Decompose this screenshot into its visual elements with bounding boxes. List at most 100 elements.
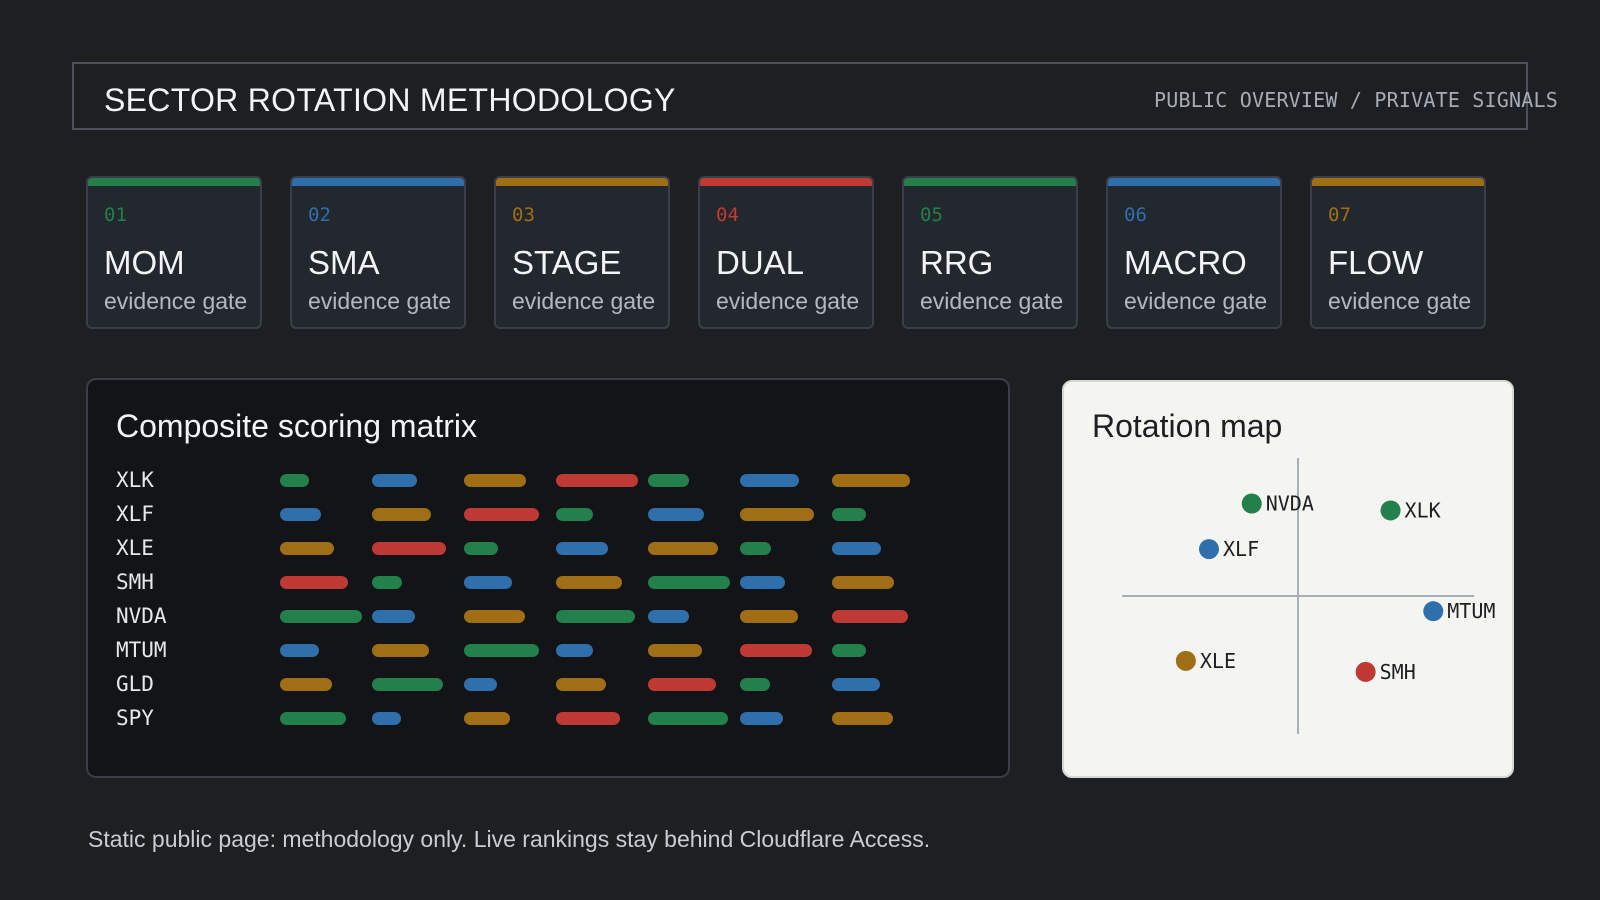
score-pill xyxy=(556,712,620,725)
gate-number: 06 xyxy=(1124,204,1147,226)
gate-name: DUAL xyxy=(716,244,805,281)
rotation-point-label: MTUM xyxy=(1447,599,1495,623)
score-pill xyxy=(556,610,635,623)
score-pill xyxy=(740,508,814,521)
score-pill xyxy=(740,644,812,657)
score-pill xyxy=(280,644,319,657)
score-pill xyxy=(740,610,798,623)
score-pill xyxy=(372,712,401,725)
score-pill xyxy=(832,474,910,487)
page-title: SECTOR ROTATION METHODOLOGY xyxy=(104,82,676,118)
matrix-row: SMH xyxy=(116,568,976,598)
score-pill xyxy=(648,508,704,521)
gate-name: MACRO xyxy=(1124,244,1247,281)
gate-description: evidence gate xyxy=(1124,288,1268,314)
matrix-row-label: GLD xyxy=(116,672,154,696)
matrix-row-label: XLE xyxy=(116,536,154,560)
gate-number: 01 xyxy=(104,204,127,226)
rotation-map-panel: Rotation map NVDA XLK XLF MTUM XLE SMH xyxy=(1062,380,1514,778)
score-pill xyxy=(832,508,866,521)
score-pill xyxy=(464,508,539,521)
matrix-row-label: XLF xyxy=(116,502,154,526)
score-pill xyxy=(372,576,402,589)
gate-accent-bar xyxy=(88,178,260,186)
matrix-row: NVDA xyxy=(116,602,976,632)
score-pill xyxy=(372,474,417,487)
score-pill xyxy=(372,610,415,623)
matrix-row-label: MTUM xyxy=(116,638,167,662)
page-subtitle: PUBLIC OVERVIEW / PRIVATE SIGNALS xyxy=(1154,88,1558,112)
gate-card-macro: 06 MACRO evidence gate xyxy=(1106,176,1282,329)
score-pill xyxy=(556,678,606,691)
matrix-row: XLK xyxy=(116,466,976,496)
matrix-row-label: XLK xyxy=(116,468,154,492)
score-pill xyxy=(372,542,446,555)
score-pill xyxy=(280,474,309,487)
gate-description: evidence gate xyxy=(920,288,1064,314)
score-pill xyxy=(464,678,497,691)
gate-name: MOM xyxy=(104,244,185,281)
gate-accent-bar xyxy=(1312,178,1484,186)
scoring-matrix-title: Composite scoring matrix xyxy=(116,408,477,444)
score-pill xyxy=(280,712,346,725)
rotation-point-xle xyxy=(1175,650,1196,671)
score-pill xyxy=(556,644,593,657)
score-pill xyxy=(556,474,638,487)
score-pill xyxy=(280,610,362,623)
matrix-row-label: SMH xyxy=(116,570,154,594)
rotation-point-nvda xyxy=(1241,493,1262,514)
score-pill xyxy=(832,610,908,623)
gate-card-flow: 07 FLOW evidence gate xyxy=(1310,176,1486,329)
rotation-point-label: NVDA xyxy=(1266,492,1314,516)
gate-card-stage: 03 STAGE evidence gate xyxy=(494,176,670,329)
score-pill xyxy=(280,542,334,555)
score-pill xyxy=(648,644,702,657)
score-pill xyxy=(648,610,689,623)
gate-number: 07 xyxy=(1328,204,1351,226)
score-pill xyxy=(372,678,443,691)
gate-accent-bar xyxy=(700,178,872,186)
score-pill xyxy=(464,474,526,487)
score-pill xyxy=(648,474,689,487)
gate-number: 05 xyxy=(920,204,943,226)
rotation-point-label: SMH xyxy=(1380,660,1416,684)
score-pill xyxy=(832,644,866,657)
score-pill xyxy=(556,508,593,521)
score-pill xyxy=(372,508,431,521)
gate-description: evidence gate xyxy=(308,288,452,314)
gate-name: SMA xyxy=(308,244,380,281)
rotation-point-smh xyxy=(1355,661,1376,682)
gate-number: 02 xyxy=(308,204,331,226)
score-pill xyxy=(280,576,348,589)
score-pill xyxy=(740,542,771,555)
score-pill xyxy=(648,576,730,589)
gate-name: STAGE xyxy=(512,244,622,281)
gate-description: evidence gate xyxy=(1328,288,1472,314)
matrix-row: GLD xyxy=(116,670,976,700)
score-pill xyxy=(740,474,799,487)
score-pill xyxy=(464,712,510,725)
score-pill xyxy=(832,678,880,691)
score-pill xyxy=(648,678,716,691)
gate-card-mom: 01 MOM evidence gate xyxy=(86,176,262,329)
score-pill xyxy=(832,542,881,555)
score-pill xyxy=(648,712,728,725)
matrix-row: SPY xyxy=(116,704,976,734)
gate-number: 04 xyxy=(716,204,739,226)
footer-note: Static public page: methodology only. Li… xyxy=(88,826,931,852)
rotation-point-xlf xyxy=(1199,539,1219,560)
rotation-point-label: XLE xyxy=(1200,649,1236,673)
gate-card-sma: 02 SMA evidence gate xyxy=(290,176,466,329)
page-header: SECTOR ROTATION METHODOLOGY PUBLIC OVERV… xyxy=(72,62,1558,130)
matrix-row: MTUM xyxy=(116,636,976,666)
rotation-point-label: XLK xyxy=(1405,498,1441,522)
gate-accent-bar xyxy=(292,178,464,186)
score-pill xyxy=(372,644,429,657)
gate-card-dual: 04 DUAL evidence gate xyxy=(698,176,874,329)
score-pill xyxy=(648,542,718,555)
gate-accent-bar xyxy=(496,178,668,186)
score-pill xyxy=(556,542,608,555)
score-pill xyxy=(280,508,321,521)
score-pill xyxy=(740,576,785,589)
matrix-row-label: NVDA xyxy=(116,604,167,628)
